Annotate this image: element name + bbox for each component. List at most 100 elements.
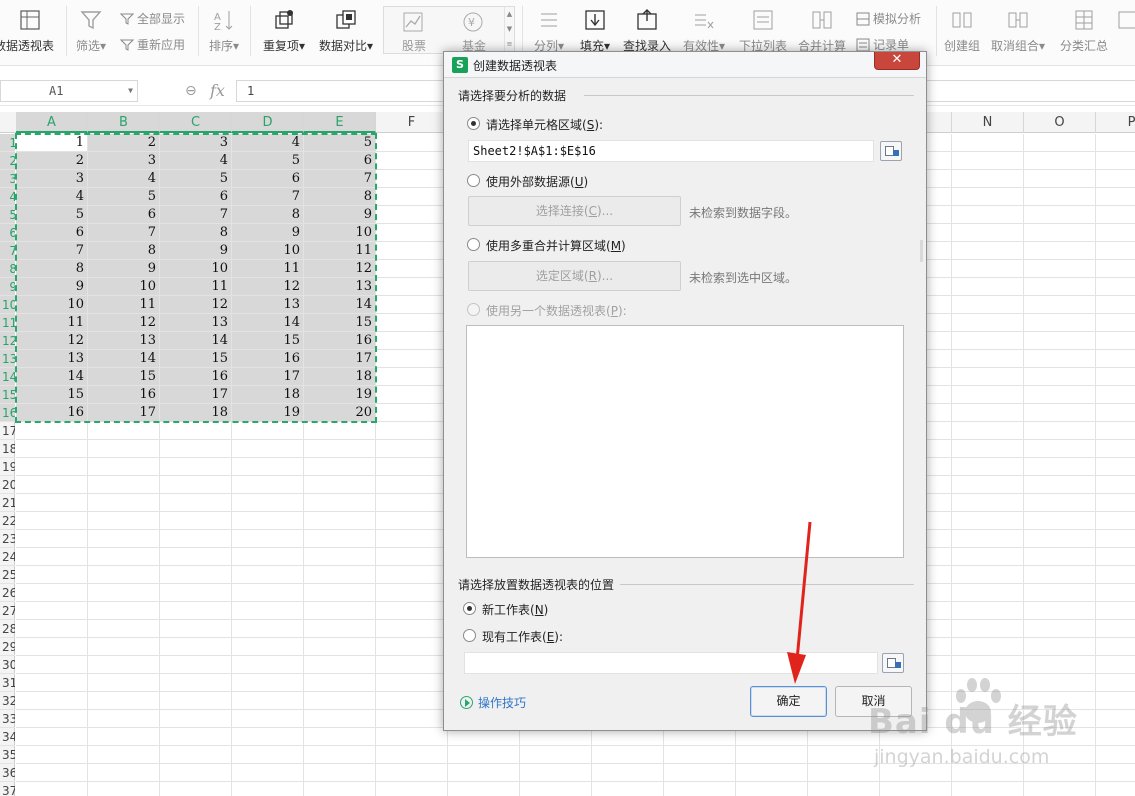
row-header[interactable]: 32	[0, 692, 15, 710]
reapply-button[interactable]: 重新应用	[120, 36, 185, 54]
pivot-table-button[interactable]: 数据透视表	[0, 2, 60, 58]
show-all-button[interactable]: 全部显示	[120, 10, 185, 28]
row-header[interactable]: 30	[0, 656, 15, 674]
row-header[interactable]: 18	[0, 440, 15, 458]
column-header-b[interactable]: B	[88, 112, 160, 133]
row-header[interactable]: 37	[0, 782, 15, 796]
ok-button[interactable]: 确定	[750, 686, 827, 717]
row-header[interactable]: 16	[0, 404, 15, 422]
gallery-scroll[interactable]: ▲ ▼ ≡	[504, 7, 514, 53]
radio-cell-range[interactable]	[467, 117, 480, 130]
ungroup-button[interactable]: 取消组合▾	[988, 2, 1048, 58]
column-header-d[interactable]: D	[232, 112, 304, 133]
column-header-e[interactable]: E	[304, 112, 376, 133]
column-header-a[interactable]: A	[16, 112, 88, 133]
column-header-c[interactable]: C	[160, 112, 232, 133]
duplicates-button[interactable]: 重复项▾	[256, 2, 312, 58]
create-pivot-dialog: S 创建数据透视表 ✕ 请选择要分析的数据 请选择单元格区域(S): Sheet…	[443, 51, 927, 731]
row-header[interactable]: 21	[0, 494, 15, 512]
row-header[interactable]: 33	[0, 710, 15, 728]
row-header[interactable]: 31	[0, 674, 15, 692]
data-gallery[interactable]: 股票 ¥ 基金 ▲ ▼ ≡	[383, 6, 515, 54]
row-header[interactable]: 24	[0, 548, 15, 566]
row-header[interactable]: 13	[0, 350, 15, 368]
row-header[interactable]: 3	[0, 170, 15, 188]
row-header[interactable]: 28	[0, 620, 15, 638]
validity-button[interactable]: 有效性▾	[678, 2, 730, 58]
dialog-titlebar[interactable]: S 创建数据透视表 ✕	[444, 52, 926, 78]
tips-link[interactable]: 操作技巧	[460, 694, 526, 711]
gallery-item-stock[interactable]: 股票	[384, 7, 444, 53]
row-header[interactable]: 14	[0, 368, 15, 386]
row-header[interactable]: 15	[0, 386, 15, 404]
range-picker-button[interactable]	[880, 141, 902, 161]
column-header-n[interactable]: N	[952, 112, 1024, 133]
dropdown-list-button[interactable]: 下拉列表	[736, 2, 790, 58]
fx-icon[interactable]: fx	[210, 81, 225, 100]
label-new-sheet: 新工作表(N)	[482, 603, 549, 617]
group-button[interactable]: 创建组	[940, 2, 984, 58]
row-header[interactable]: 8	[0, 260, 15, 278]
row-header[interactable]: 9	[0, 278, 15, 296]
split-button[interactable]: 分列▾	[528, 2, 570, 58]
row-number: 35	[2, 748, 15, 762]
sort-button[interactable]: AZ 排序▾	[202, 2, 246, 58]
lookup-button[interactable]: 查找录入	[620, 2, 674, 58]
radio-new-sheet[interactable]	[463, 602, 476, 615]
row-header[interactable]: 2	[0, 152, 15, 170]
row-number: 34	[2, 730, 15, 744]
row-header[interactable]: 5	[0, 206, 15, 224]
row-header[interactable]: 20	[0, 476, 15, 494]
row-header[interactable]: 23	[0, 530, 15, 548]
whatif-button[interactable]: 模拟分析	[856, 10, 921, 28]
select-region-button[interactable]: 选定区域(R)...	[468, 261, 681, 291]
radio-other-pivot	[467, 303, 480, 316]
pivot-list-box[interactable]	[466, 325, 904, 558]
watermark-url: jingyan.baidu.com	[874, 746, 1050, 768]
range-input[interactable]: Sheet2!$A$1:$E$16	[468, 140, 874, 162]
compare-button[interactable]: 数据对比▾	[314, 2, 378, 58]
row-header[interactable]: 7	[0, 242, 15, 260]
row-header[interactable]: 26	[0, 584, 15, 602]
gallery-item-fund[interactable]: ¥ 基金	[444, 7, 504, 53]
label-cell-range: 请选择单元格区域(S):	[486, 118, 604, 132]
choose-connection-button[interactable]: 选择连接(C)...	[468, 196, 681, 226]
row-header[interactable]: 10	[0, 296, 15, 314]
row-header[interactable]: 19	[0, 458, 15, 476]
row-header[interactable]: 17	[0, 422, 15, 440]
consolidate-button[interactable]: 合并计算	[794, 2, 850, 58]
row-header[interactable]: 25	[0, 566, 15, 584]
name-box-dropdown-icon[interactable]: ▼	[128, 81, 133, 101]
row-header[interactable]: 4	[0, 188, 15, 206]
compare-label: 数据对比▾	[318, 39, 374, 53]
fund-icon: ¥	[463, 12, 483, 32]
sort-label: 排序▾	[208, 39, 240, 53]
row-header[interactable]: 1	[0, 134, 15, 152]
radio-external-source[interactable]	[467, 174, 480, 187]
location-picker-button[interactable]	[882, 653, 904, 673]
subtotal-button[interactable]: 分类汇总	[1056, 2, 1112, 58]
row-header[interactable]: 6	[0, 224, 15, 242]
row-header[interactable]: 29	[0, 638, 15, 656]
fill-button[interactable]: 填充▾	[574, 2, 616, 58]
filter-button[interactable]: 筛选▾	[70, 2, 112, 58]
row-header[interactable]: 22	[0, 512, 15, 530]
zoom-icon[interactable]: ⊖	[185, 83, 197, 99]
fill-icon	[585, 10, 605, 30]
radio-multi-consolidation[interactable]	[467, 238, 480, 251]
close-button[interactable]: ✕	[874, 52, 920, 70]
column-header-o[interactable]: O	[1024, 112, 1096, 133]
radio-existing-sheet[interactable]	[463, 629, 476, 642]
row-header[interactable]: 12	[0, 332, 15, 350]
row-header[interactable]: 36	[0, 764, 15, 782]
row-header[interactable]: 35	[0, 746, 15, 764]
group-icon	[952, 12, 972, 28]
column-header-f[interactable]: F	[376, 112, 448, 133]
column-header-p[interactable]: P	[1096, 112, 1135, 133]
more-ribbon-button[interactable]	[1114, 2, 1135, 58]
name-box[interactable]: A1 ▼	[0, 80, 138, 102]
row-header[interactable]: 34	[0, 728, 15, 746]
existing-sheet-input[interactable]	[464, 652, 878, 674]
row-header[interactable]: 11	[0, 314, 15, 332]
row-header[interactable]: 27	[0, 602, 15, 620]
